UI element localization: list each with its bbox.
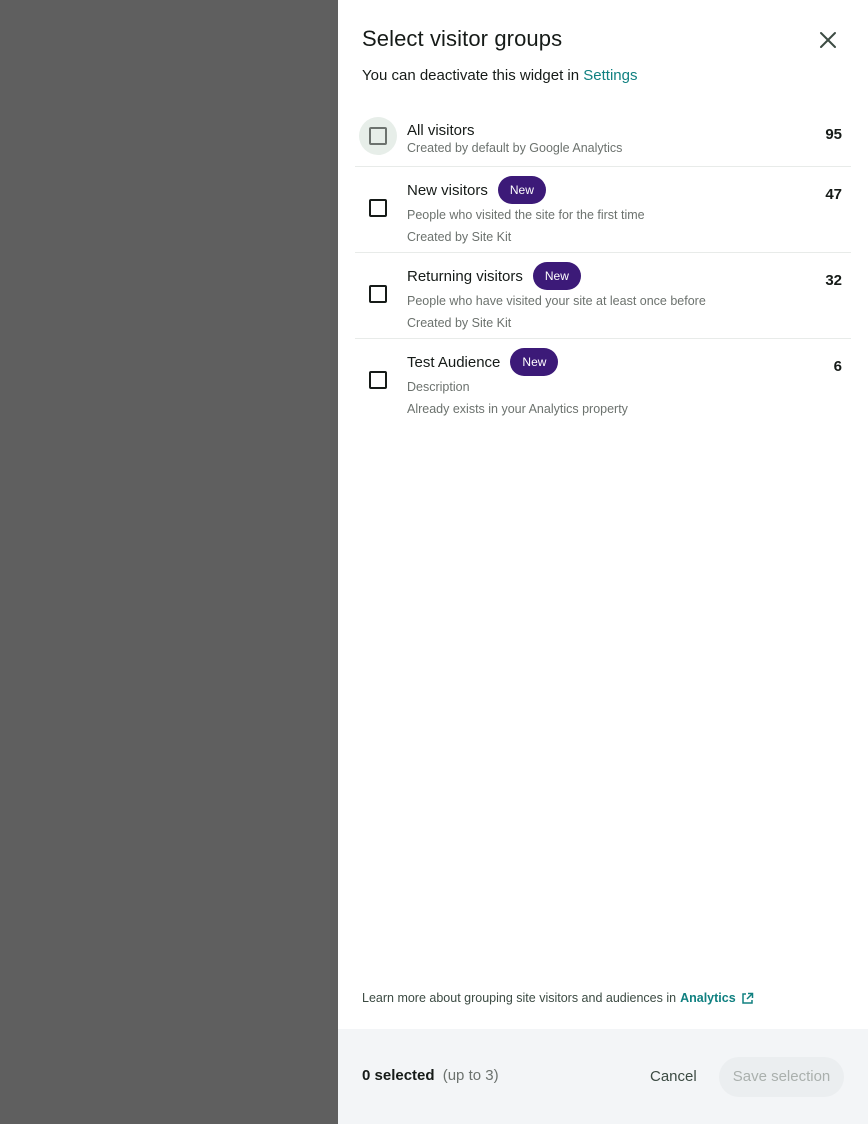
cancel-button[interactable]: Cancel (636, 1057, 711, 1097)
checkbox-box (369, 199, 387, 217)
group-count: 95 (825, 126, 842, 143)
selected-count: 0 selected (362, 1067, 435, 1084)
checkbox-new-visitors[interactable] (359, 189, 397, 227)
dialog-title: Select visitor groups (362, 26, 563, 51)
save-selection-button[interactable]: Save selection (719, 1057, 844, 1097)
list-item-test-audience: Test Audience New Description Already ex… (355, 339, 851, 425)
learn-more-text: Learn more about grouping site visitors … (362, 991, 754, 1005)
group-name: New visitors (407, 181, 488, 199)
checkbox-all-visitors[interactable] (359, 117, 397, 155)
new-badge: New (532, 262, 581, 290)
group-description: People who visited the site for the firs… (407, 208, 645, 222)
dialog-footer: 0 selected (up to 3) Cancel Save selecti… (338, 1029, 868, 1124)
group-name: Returning visitors (407, 267, 523, 285)
checkbox-test-audience[interactable] (359, 361, 397, 399)
group-info: New visitors New People who visited the … (407, 176, 791, 248)
group-name: All visitors (407, 121, 475, 139)
dialog-subtitle: You can deactivate this widget in Settin… (362, 67, 637, 84)
visitor-group-list: All visitors Created by default by Googl… (355, 106, 851, 425)
analytics-link[interactable]: Analytics (680, 991, 736, 1005)
visitor-groups-panel: Select visitor groups You can deactivate… (338, 0, 868, 1124)
checkbox-returning-visitors[interactable] (359, 275, 397, 313)
external-link-icon[interactable] (741, 992, 754, 1005)
checkbox-box (369, 127, 387, 145)
group-source: Already exists in your Analytics propert… (407, 402, 628, 416)
subtitle-text: You can deactivate this widget in (362, 67, 580, 84)
group-description: Description (407, 380, 470, 394)
learn-more-label: Learn more about grouping site visitors … (362, 991, 677, 1005)
group-info: Test Audience New Description Already ex… (407, 348, 791, 420)
checkbox-box (369, 371, 387, 389)
group-description: Created by default by Google Analytics (407, 141, 623, 155)
close-button[interactable] (812, 24, 844, 56)
close-icon (820, 32, 836, 48)
selection-limit: (up to 3) (442, 1067, 499, 1084)
new-badge: New (497, 176, 546, 204)
settings-link[interactable]: Settings (583, 67, 637, 84)
group-info: All visitors Created by default by Googl… (407, 116, 791, 159)
selection-count: 0 selected (up to 3) (362, 1067, 499, 1084)
new-badge: New (510, 348, 559, 376)
list-item-returning-visitors: Returning visitors New People who have v… (355, 253, 851, 339)
group-source: Created by Site Kit (407, 230, 512, 244)
list-item-new-visitors: New visitors New People who visited the … (355, 167, 851, 253)
group-name: Test Audience (407, 353, 501, 371)
group-count: 6 (833, 358, 842, 375)
group-info: Returning visitors New People who have v… (407, 262, 791, 334)
checkbox-box (369, 285, 387, 303)
group-count: 32 (825, 272, 842, 289)
list-item-all-visitors: All visitors Created by default by Googl… (355, 106, 851, 167)
group-source: Created by Site Kit (407, 316, 512, 330)
group-description: People who have visited your site at lea… (407, 294, 706, 308)
group-count: 47 (825, 186, 842, 203)
modal-backdrop[interactable] (0, 0, 338, 1124)
